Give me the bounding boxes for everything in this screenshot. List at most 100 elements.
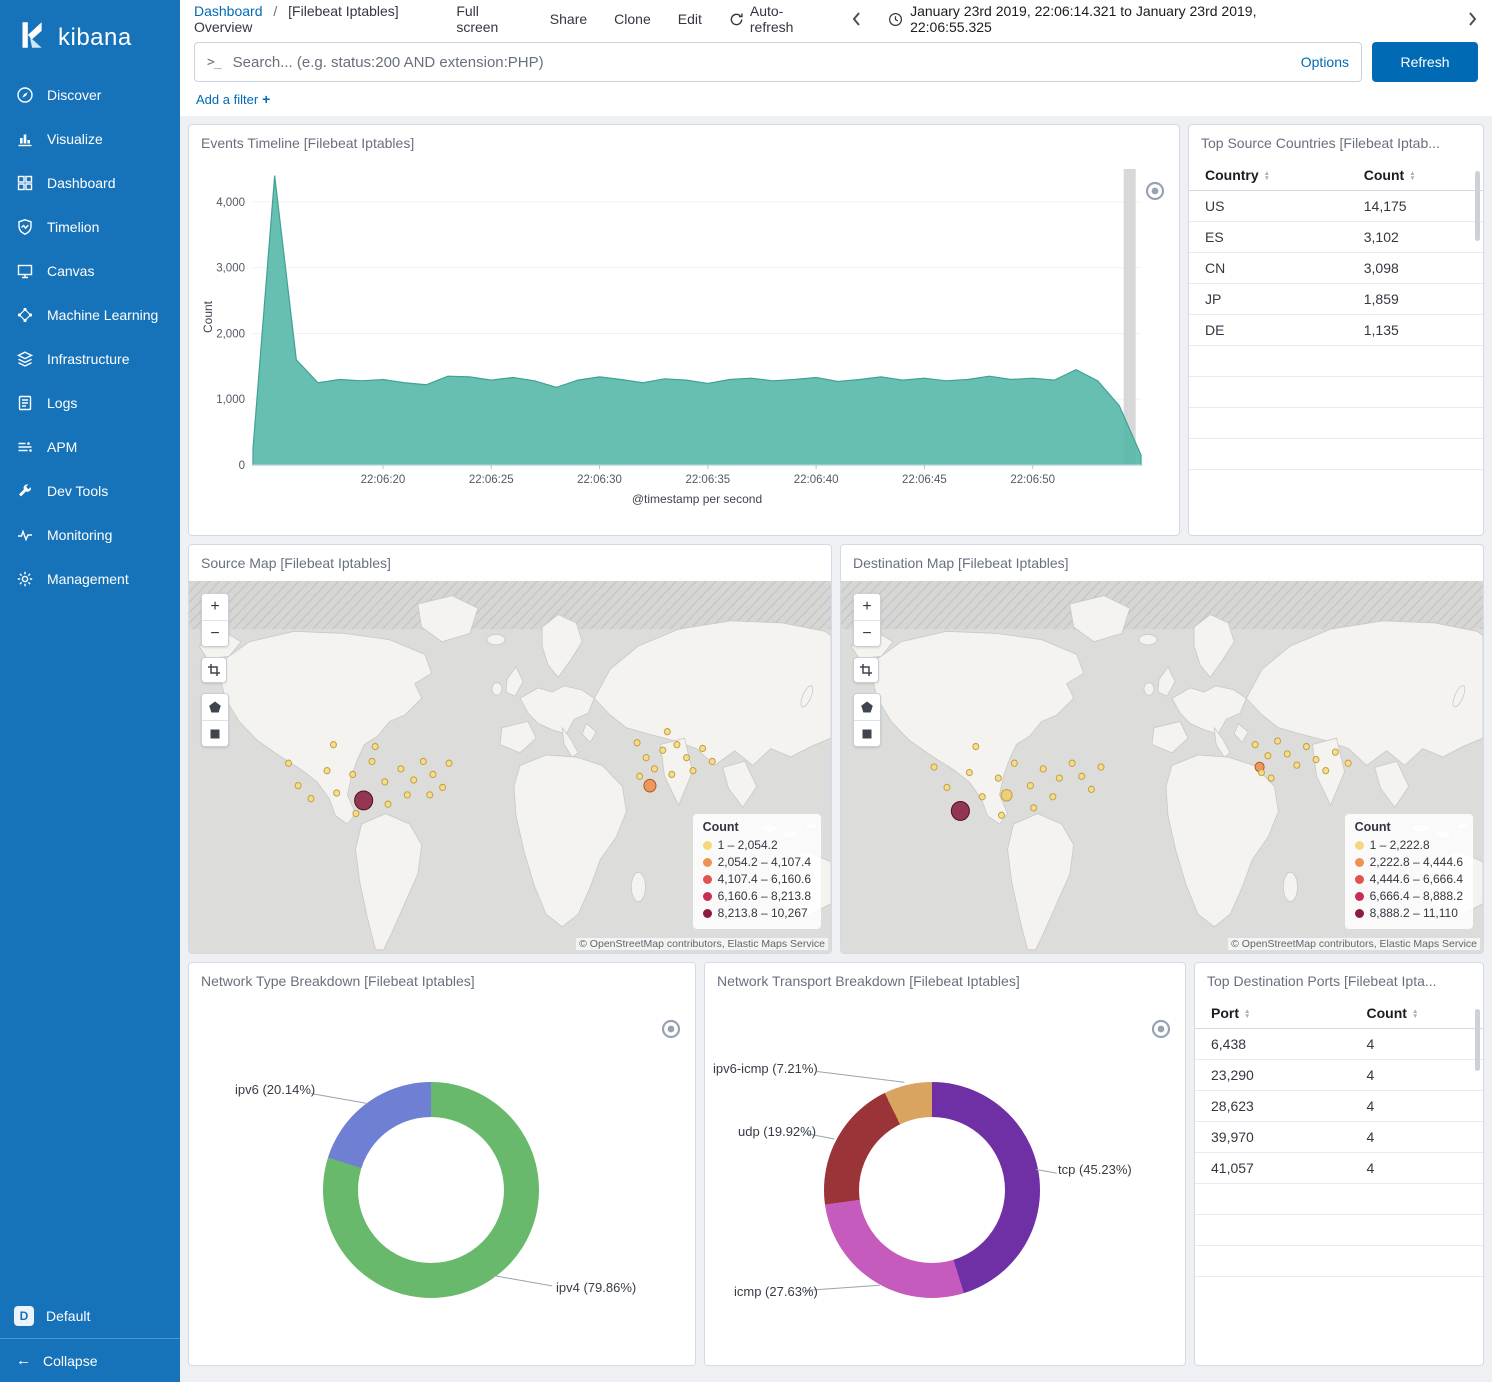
- map-marker[interactable]: [1332, 749, 1338, 755]
- zoom-in-button[interactable]: +: [854, 594, 880, 620]
- fit-bounds-button[interactable]: [201, 657, 227, 683]
- sidebar-item-discover[interactable]: Discover: [0, 73, 180, 117]
- source-map[interactable]: + −: [189, 581, 831, 953]
- collapse-button[interactable]: ← Collapse: [0, 1338, 180, 1382]
- map-marker[interactable]: [995, 775, 1001, 781]
- time-range-picker[interactable]: January 23rd 2019, 22:06:14.321 to Janua…: [888, 3, 1329, 35]
- column-header-country[interactable]: Country▲▼: [1189, 159, 1348, 191]
- map-marker[interactable]: [944, 784, 950, 790]
- map-marker[interactable]: [1294, 762, 1300, 768]
- map-marker[interactable]: [440, 784, 446, 790]
- map-marker[interactable]: [690, 768, 696, 774]
- map-marker[interactable]: [1268, 775, 1274, 781]
- map-marker[interactable]: [353, 810, 359, 816]
- map-marker[interactable]: [420, 758, 426, 764]
- table-row[interactable]: 23,2904: [1195, 1060, 1483, 1091]
- map-marker[interactable]: [637, 773, 643, 779]
- map-marker[interactable]: [1011, 760, 1017, 766]
- breadcrumb-dashboard-link[interactable]: Dashboard: [194, 3, 263, 19]
- map-marker[interactable]: [674, 742, 680, 748]
- sidebar-item-infrastructure[interactable]: Infrastructure: [0, 337, 180, 381]
- map-marker[interactable]: [350, 771, 356, 777]
- table-row[interactable]: DE1,135: [1189, 315, 1483, 346]
- map-marker[interactable]: [369, 758, 375, 764]
- sidebar-item-logs[interactable]: Logs: [0, 381, 180, 425]
- search-input[interactable]: [231, 53, 1291, 72]
- map-marker[interactable]: [1265, 753, 1271, 759]
- refresh-button[interactable]: Refresh: [1372, 42, 1478, 82]
- map-marker[interactable]: [404, 792, 410, 798]
- fit-bounds-button[interactable]: [853, 657, 879, 683]
- table-row[interactable]: 6,4384: [1195, 1029, 1483, 1060]
- column-header-port[interactable]: Port▲▼: [1195, 997, 1351, 1029]
- map-marker[interactable]: [1313, 756, 1319, 762]
- map-marker[interactable]: [669, 771, 675, 777]
- draw-polygon-button[interactable]: [854, 694, 880, 720]
- map-marker[interactable]: [1323, 768, 1329, 774]
- sidebar-item-canvas[interactable]: Canvas: [0, 249, 180, 293]
- map-marker[interactable]: [355, 791, 373, 810]
- menu-auto-refresh[interactable]: Auto-refresh: [729, 3, 824, 35]
- map-marker[interactable]: [684, 755, 690, 761]
- map-marker[interactable]: [411, 777, 417, 783]
- map-marker[interactable]: [1098, 764, 1104, 770]
- zoom-out-button[interactable]: [1151, 1019, 1171, 1039]
- sidebar-item-timelion[interactable]: Timelion: [0, 205, 180, 249]
- zoom-out-button[interactable]: −: [854, 620, 880, 646]
- map-marker[interactable]: [966, 769, 972, 775]
- map-marker[interactable]: [1303, 743, 1309, 749]
- scrollbar[interactable]: [1475, 1009, 1480, 1071]
- menu-share[interactable]: Share: [550, 11, 587, 27]
- map-marker[interactable]: [973, 743, 979, 749]
- map-marker[interactable]: [427, 792, 433, 798]
- map-marker[interactable]: [1027, 783, 1033, 789]
- zoom-out-button[interactable]: [661, 1019, 681, 1039]
- map-marker[interactable]: [330, 742, 336, 748]
- sidebar-item-machine-learning[interactable]: Machine Learning: [0, 293, 180, 337]
- table-row[interactable]: 28,6234: [1195, 1091, 1483, 1122]
- map-marker[interactable]: [446, 760, 452, 766]
- sidebar-item-visualize[interactable]: Visualize: [0, 117, 180, 161]
- map-marker[interactable]: [651, 766, 657, 772]
- map-marker[interactable]: [1040, 766, 1046, 772]
- map-marker[interactable]: [643, 755, 649, 761]
- table-row[interactable]: US14,175: [1189, 191, 1483, 222]
- map-marker[interactable]: [1001, 790, 1012, 802]
- map-marker[interactable]: [1056, 775, 1062, 781]
- map-marker[interactable]: [709, 758, 715, 764]
- menu-full-screen[interactable]: Full screen: [456, 3, 522, 35]
- sidebar-item-monitoring[interactable]: Monitoring: [0, 513, 180, 557]
- map-marker[interactable]: [664, 729, 670, 735]
- column-header-count[interactable]: Count▲▼: [1351, 997, 1483, 1029]
- draw-rectangle-button[interactable]: [854, 720, 880, 746]
- map-marker[interactable]: [295, 783, 301, 789]
- map-marker[interactable]: [931, 764, 937, 770]
- table-row[interactable]: JP1,859: [1189, 284, 1483, 315]
- scrollbar[interactable]: [1475, 171, 1480, 241]
- map-marker[interactable]: [334, 790, 340, 796]
- table-row[interactable]: CN3,098: [1189, 253, 1483, 284]
- map-marker[interactable]: [1345, 760, 1351, 766]
- draw-polygon-button[interactable]: [202, 694, 228, 720]
- map-marker[interactable]: [998, 812, 1004, 818]
- map-marker[interactable]: [660, 747, 666, 753]
- table-row[interactable]: 41,0574: [1195, 1153, 1483, 1184]
- map-marker[interactable]: [1259, 769, 1265, 775]
- map-marker[interactable]: [324, 768, 330, 774]
- map-marker[interactable]: [286, 760, 292, 766]
- space-switcher[interactable]: D Default: [0, 1294, 180, 1338]
- map-marker[interactable]: [1031, 805, 1037, 811]
- sidebar-item-management[interactable]: Management: [0, 557, 180, 601]
- zoom-in-button[interactable]: +: [202, 594, 228, 620]
- search-box[interactable]: >_ Options: [194, 42, 1362, 82]
- add-filter-button[interactable]: Add a filter+: [196, 92, 270, 107]
- time-back-button[interactable]: [851, 11, 861, 27]
- map-marker[interactable]: [979, 794, 985, 800]
- map-marker[interactable]: [951, 801, 969, 820]
- map-marker[interactable]: [634, 740, 640, 746]
- menu-edit[interactable]: Edit: [678, 11, 702, 27]
- map-marker[interactable]: [430, 771, 436, 777]
- map-marker[interactable]: [1088, 786, 1094, 792]
- zoom-out-button[interactable]: −: [202, 620, 228, 646]
- table-row[interactable]: ES3,102: [1189, 222, 1483, 253]
